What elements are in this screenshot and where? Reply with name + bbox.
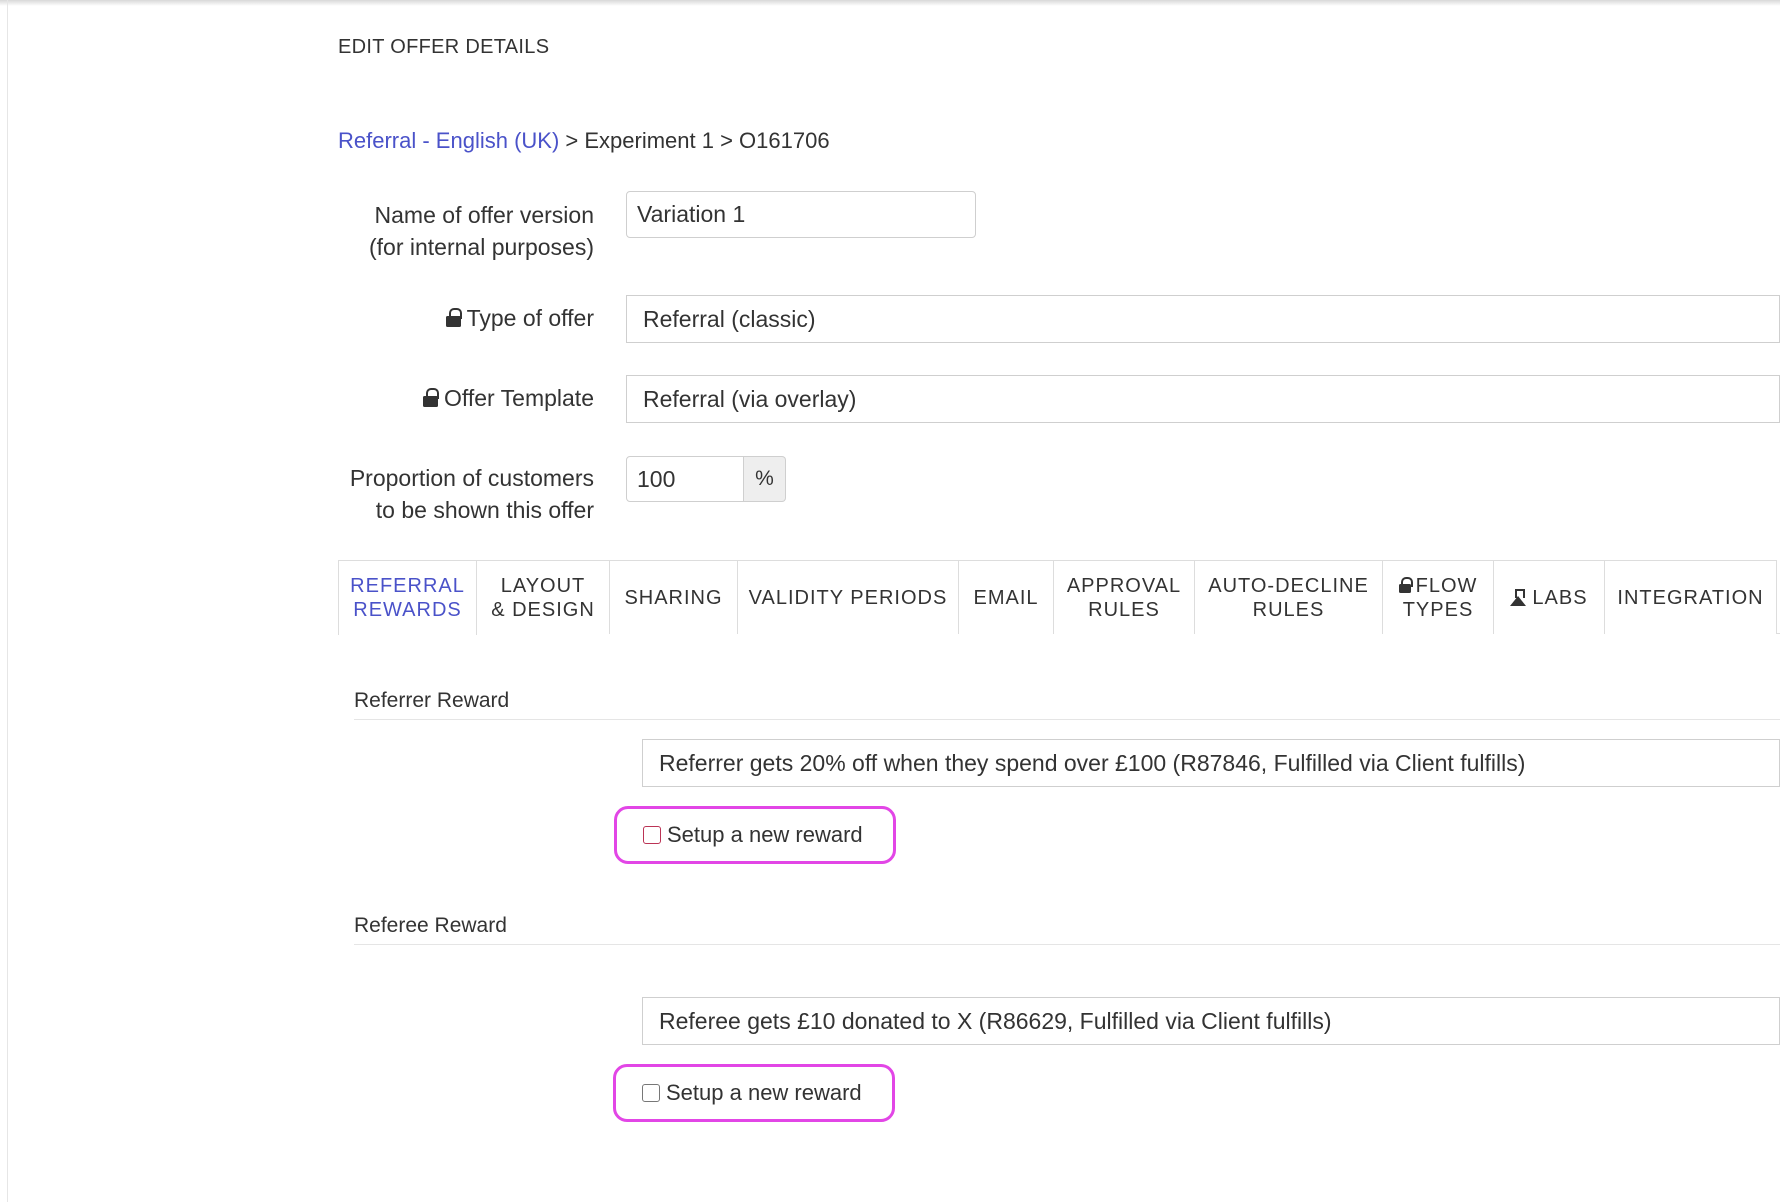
breadcrumb-offer-link[interactable]: Referral - English (UK) — [338, 128, 559, 153]
referee-reward-select[interactable]: Referee gets £10 donated to X (R86629, F… — [642, 997, 1780, 1045]
offer-template-select[interactable]: Referral (via overlay) — [626, 375, 1780, 423]
page-title: EDIT OFFER DETAILS — [338, 36, 550, 58]
referrer-new-reward-checkbox[interactable] — [643, 826, 661, 844]
tab-referral-rewards[interactable]: REFERRAL REWARDS — [338, 560, 477, 635]
top-shadow — [0, 0, 1780, 6]
type-label: Type of offer — [300, 302, 594, 334]
lock-icon — [445, 308, 462, 327]
proportion-label: Proportion of customers to be shown this… — [349, 465, 594, 523]
tab-layout-design[interactable]: LAYOUT & DESIGN — [477, 560, 610, 634]
offer-type-select[interactable]: Referral (classic) — [626, 295, 1780, 343]
referee-new-reward-checkbox[interactable] — [642, 1084, 660, 1102]
tab-labs[interactable]: LABS — [1494, 560, 1605, 634]
tab-approval-rules[interactable]: APPROVAL RULES — [1054, 560, 1195, 634]
lock-icon — [422, 388, 439, 407]
referrer-new-reward-label[interactable]: Setup a new reward — [667, 822, 863, 848]
tab-validity-periods[interactable]: VALIDITY PERIODS — [738, 560, 959, 634]
offer-version-name-input[interactable] — [626, 191, 976, 238]
tab-email[interactable]: EMAIL — [959, 560, 1054, 634]
referee-new-reward-highlight: Setup a new reward — [613, 1064, 895, 1122]
percent-addon: % — [744, 456, 786, 502]
flask-icon — [1510, 589, 1527, 606]
referrer-reward-title: Referrer Reward — [354, 689, 1780, 720]
lock-icon — [1398, 576, 1413, 593]
offer-tabs: REFERRAL REWARDS LAYOUT & DESIGN SHARING V… — [338, 560, 1780, 635]
left-border — [7, 0, 8, 1202]
tab-flow-types[interactable]: FLOW TYPES — [1383, 560, 1494, 634]
tab-sharing[interactable]: SHARING — [610, 560, 738, 634]
proportion-input[interactable] — [626, 456, 744, 502]
referrer-new-reward-highlight: Setup a new reward — [614, 806, 896, 864]
breadcrumb: Referral - English (UK) > Experiment 1 >… — [338, 128, 830, 154]
breadcrumb-trail: > Experiment 1 > O161706 — [559, 128, 830, 153]
template-label: Offer Template — [300, 382, 594, 414]
referee-reward-title: Referee Reward — [354, 914, 1780, 945]
tab-integration[interactable]: INTEGRATION — [1605, 560, 1777, 634]
tab-auto-decline-rules[interactable]: AUTO-DECLINE RULES — [1195, 560, 1383, 634]
name-label: Name of offer version (for internal purp… — [369, 202, 594, 260]
referee-new-reward-label[interactable]: Setup a new reward — [666, 1080, 862, 1106]
referrer-reward-select[interactable]: Referrer gets 20% off when they spend ov… — [642, 739, 1780, 787]
